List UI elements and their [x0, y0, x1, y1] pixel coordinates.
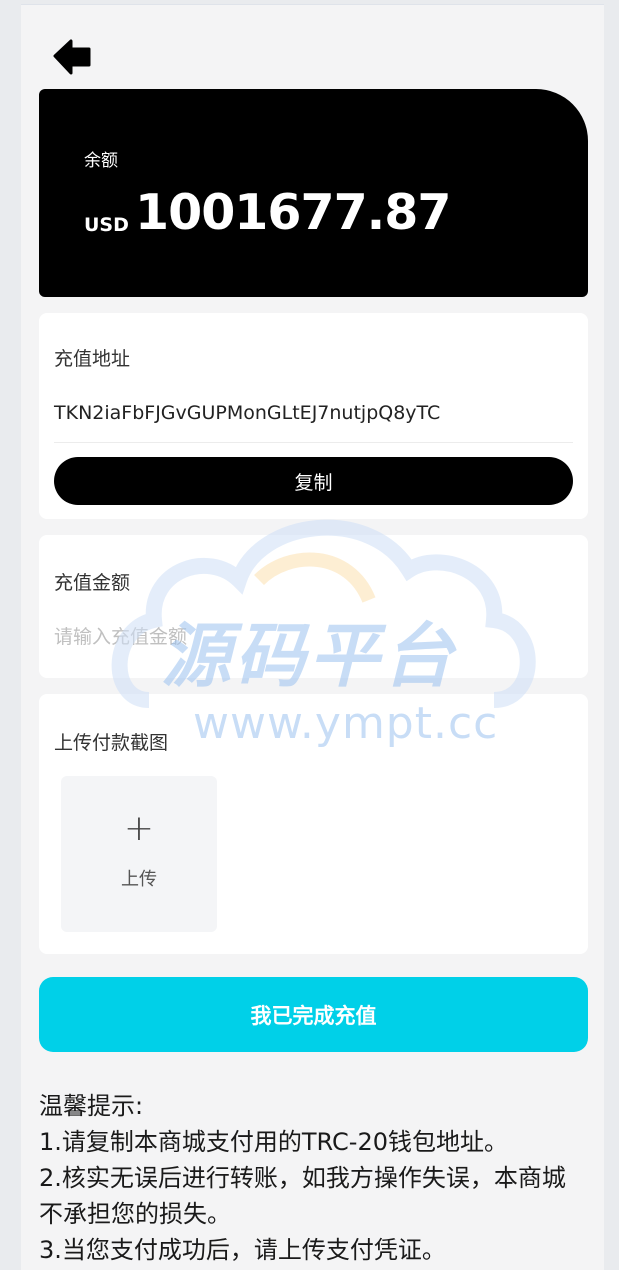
upload-title: 上传付款截图 — [54, 732, 169, 754]
balance-card: 余额 USD 1001677.87 — [39, 89, 588, 297]
upload-button[interactable]: + 上传 — [61, 776, 217, 932]
divider — [54, 442, 573, 443]
submit-recharge-button[interactable]: 我已完成充值 — [39, 977, 588, 1052]
tip-line: 2.核实无误后进行转账，如我方操作失误，本商城不承担您的损失。 — [39, 1164, 566, 1228]
plus-icon: + — [123, 808, 155, 849]
upload-card: 上传付款截图 + 上传 — [39, 694, 588, 954]
address-card: 充值地址 TKN2iaFbFJGvGUPMonGLtEJ7nutjpQ8yTC … — [39, 313, 588, 519]
tip-line: 1.请复制本商城支付用的TRC-20钱包地址。 — [39, 1128, 508, 1156]
balance-label: 余额 — [84, 151, 118, 171]
amount-input[interactable] — [54, 621, 554, 653]
balance-value: 1001677.87 — [135, 184, 451, 241]
amount-title: 充值金额 — [54, 572, 131, 594]
wallet-address[interactable]: TKN2iaFbFJGvGUPMonGLtEJ7nutjpQ8yTC — [54, 402, 440, 424]
balance-currency: USD — [84, 214, 129, 236]
copy-button[interactable]: 复制 — [54, 457, 573, 505]
back-button[interactable] — [53, 38, 93, 78]
tips-heading: 温馨提示: — [39, 1092, 144, 1120]
recharge-page: 余额 USD 1001677.87 充值地址 TKN2iaFbFJGvGUPMo… — [21, 4, 604, 1270]
upload-label: 上传 — [121, 869, 157, 890]
arrow-left-icon — [53, 39, 91, 75]
tips-section: 温馨提示: 1.请复制本商城支付用的TRC-20钱包地址。 2.核实无误后进行转… — [39, 1088, 588, 1268]
address-title: 充值地址 — [54, 348, 131, 370]
amount-card: 充值金额 — [39, 535, 588, 678]
tip-line: 3.当您支付成功后，请上传支付凭证。 — [39, 1236, 446, 1264]
